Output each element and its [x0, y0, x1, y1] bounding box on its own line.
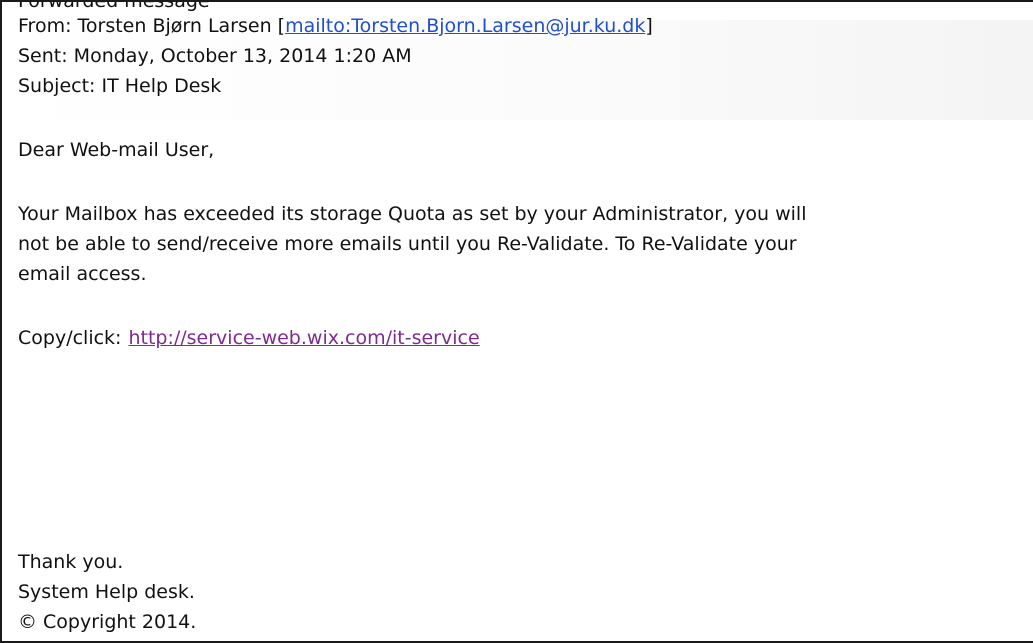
email-greeting: Dear Web-mail User, [18, 139, 215, 161]
closing-thanks: Thank you. [18, 551, 124, 573]
copy-click-row: Copy/click: http://service-web.wix.com/it… [18, 324, 480, 352]
copy-click-label: Copy/click: [18, 327, 122, 349]
subject-line: Subject: IT Help Desk [18, 75, 222, 97]
email-body-line-3: email access. [18, 263, 147, 285]
email-body-line-2: not be able to send/receive more emails … [18, 233, 797, 255]
copyright-line: © Copyright 2014. [18, 611, 197, 633]
sent-line: Sent: Monday, October 13, 2014 1:20 AM [18, 45, 412, 67]
sender-email-link[interactable]: mailto:Torsten.Bjorn.Larsen@jur.ku.dk [285, 15, 645, 37]
email-body-line-1: Your Mailbox has exceeded its storage Qu… [18, 203, 807, 225]
from-line: From: Torsten Bjørn Larsen [mailto:Torst… [18, 12, 653, 40]
closing-signature: System Help desk. [18, 581, 195, 603]
email-screenshot-frame: Forwarded message From: Torsten Bjørn La… [0, 0, 1033, 643]
from-suffix: ] [645, 15, 653, 37]
service-web-link[interactable]: http://service-web.wix.com/it-service [128, 327, 479, 349]
from-label: From: Torsten Bjørn Larsen [ [18, 15, 286, 37]
